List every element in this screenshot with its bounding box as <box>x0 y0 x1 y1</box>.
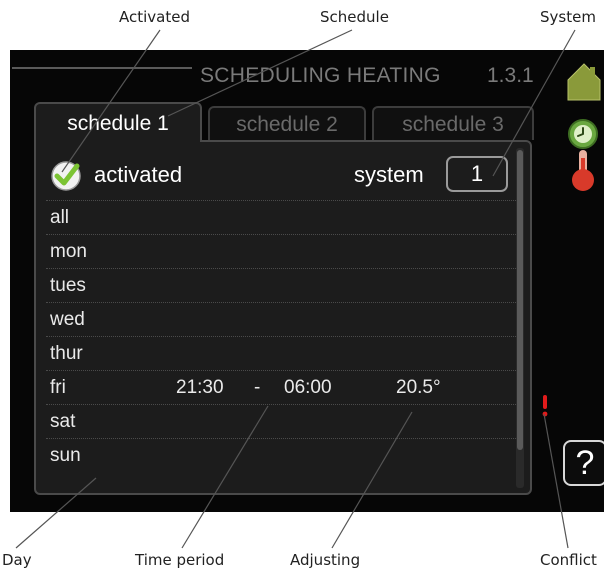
callout-conflict: Conflict <box>540 551 597 569</box>
checkmark-icon[interactable] <box>50 160 82 192</box>
day-name: all <box>50 207 70 228</box>
thermometer-icon[interactable] <box>568 148 598 192</box>
scrollbar[interactable] <box>516 148 524 488</box>
activated-label: activated <box>94 162 183 187</box>
day-name: mon <box>50 241 87 262</box>
system-label: system <box>354 162 424 187</box>
time-separator: - <box>254 377 261 398</box>
callout-day: Day <box>2 551 32 569</box>
menu-number: 1.3.1 <box>487 64 534 87</box>
callout-time-period: Time period <box>135 551 225 569</box>
day-row-sat[interactable]: sat <box>46 404 522 438</box>
schedule-panel: activated system 1 all mon tues wed thur… <box>34 140 532 495</box>
device-screen: SCHEDULING HEATING 1.3.1 schedule 1 sche… <box>10 50 604 512</box>
callout-schedule: Schedule <box>320 8 389 26</box>
temperature-adjust[interactable]: 20.5° <box>396 371 441 405</box>
system-selector[interactable]: 1 <box>446 156 508 192</box>
day-row-fri[interactable]: fri 21:30 - 06:00 20.5° <box>46 370 522 404</box>
house-icon[interactable] <box>566 62 602 102</box>
help-button[interactable]: ? <box>563 440 604 486</box>
day-name: thur <box>50 343 83 364</box>
day-row-wed[interactable]: wed <box>46 302 522 336</box>
day-row-all[interactable]: all <box>46 200 522 234</box>
day-name: tues <box>50 275 86 296</box>
day-row-mon[interactable]: mon <box>46 234 522 268</box>
clock-icon[interactable] <box>567 118 599 150</box>
tab-schedule-1[interactable]: schedule 1 <box>34 102 202 142</box>
tab-schedule-3[interactable]: schedule 3 <box>372 106 534 140</box>
day-row-tues[interactable]: tues <box>46 268 522 302</box>
exclamation-icon <box>542 395 548 417</box>
callout-activated: Activated <box>119 8 190 26</box>
day-name: sat <box>50 411 76 432</box>
day-name: fri <box>50 377 66 398</box>
callout-system: System <box>540 8 596 26</box>
day-row-sun[interactable]: sun <box>46 438 522 472</box>
day-list: all mon tues wed thur fri 21:30 - 06:00 … <box>46 200 522 472</box>
screen-title: SCHEDULING HEATING <box>200 64 441 87</box>
day-name: wed <box>50 309 85 330</box>
day-name: sun <box>50 445 81 466</box>
callout-adjusting: Adjusting <box>290 551 361 569</box>
tab-schedule-2[interactable]: schedule 2 <box>208 106 366 140</box>
time-end[interactable]: 06:00 <box>284 371 332 405</box>
time-start[interactable]: 21:30 <box>176 371 224 405</box>
day-row-thur[interactable]: thur <box>46 336 522 370</box>
title-divider <box>12 67 192 69</box>
